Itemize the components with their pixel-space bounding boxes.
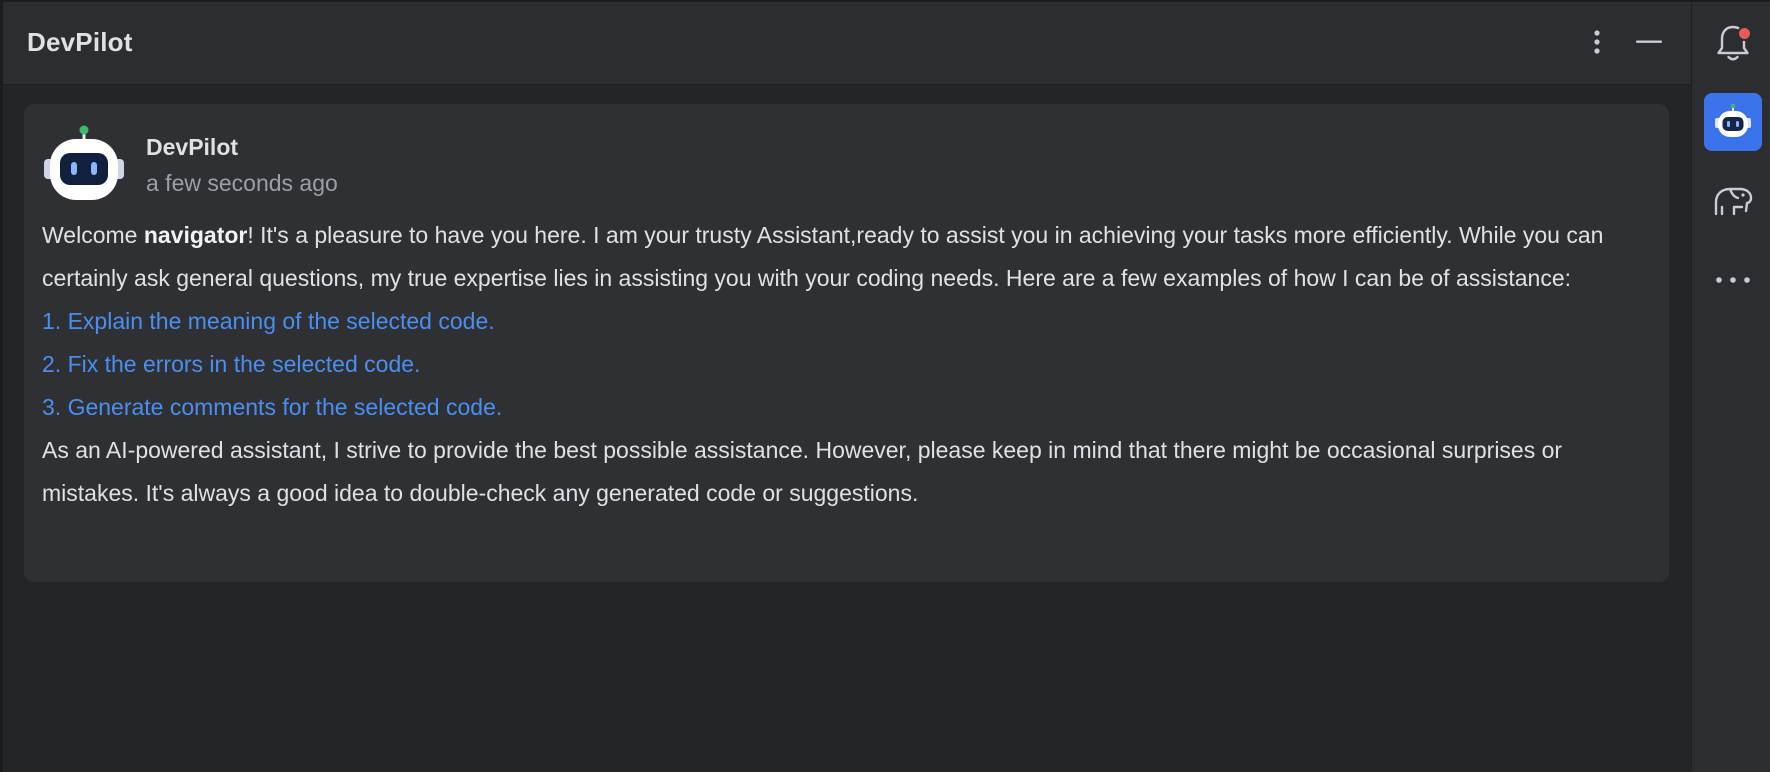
intro-text: ! It's a pleasure to have you here. I am… xyxy=(42,222,1604,291)
suggestion-fix-errors[interactable]: 2. Fix the errors in the selected code. xyxy=(42,343,1662,386)
tool-window-header: DevPilot xyxy=(3,2,1691,85)
notification-badge xyxy=(1737,26,1752,41)
minimize-icon xyxy=(1636,40,1662,43)
tool-window-title: DevPilot xyxy=(27,27,133,57)
more-tools-button[interactable] xyxy=(1704,251,1762,309)
message-author: DevPilot xyxy=(146,134,239,160)
more-horizontal-icon xyxy=(1716,277,1750,283)
elephant-tool-button[interactable] xyxy=(1704,172,1762,230)
robot-avatar-icon xyxy=(44,125,124,200)
right-tool-strip xyxy=(1691,2,1770,772)
suggestion-explain-code[interactable]: 1. Explain the meaning of the selected c… xyxy=(42,300,1662,343)
more-options-button[interactable] xyxy=(1579,24,1615,60)
devpilot-tool-button[interactable] xyxy=(1704,93,1762,151)
message-body: Welcome navigator! It's a pleasure to ha… xyxy=(42,214,1662,515)
closing-paragraph: As an AI-powered assistant, I strive to … xyxy=(42,437,1563,506)
intro-username: navigator xyxy=(143,222,248,248)
intro-paragraph: Welcome navigator! It's a pleasure to ha… xyxy=(42,214,1662,300)
suggestion-generate-comments[interactable]: 3. Generate comments for the selected co… xyxy=(42,386,1662,429)
minimize-button[interactable] xyxy=(1631,24,1667,60)
devpilot-tool-window: DevPilot DevPilot a few seconds ago Welc… xyxy=(0,0,1770,772)
message-timestamp: a few seconds ago xyxy=(146,170,338,196)
notifications-button[interactable] xyxy=(1704,14,1762,72)
assistant-message-card: DevPilot a few seconds ago Welcome navig… xyxy=(24,104,1669,582)
intro-prefix: Welcome xyxy=(42,222,144,248)
robot-icon xyxy=(1715,103,1751,137)
elephant-icon xyxy=(1714,187,1753,216)
vertical-ellipsis-icon xyxy=(1594,30,1600,54)
